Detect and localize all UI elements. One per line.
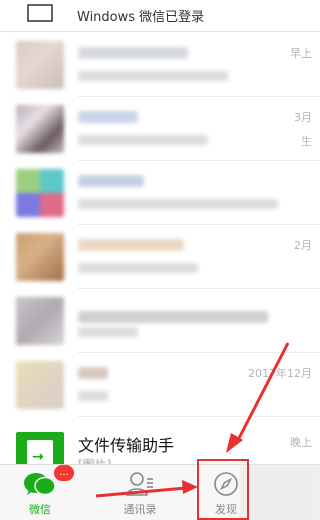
pc-monitor-icon	[27, 4, 53, 22]
chat-time: 2017年12月	[248, 367, 312, 380]
chat-name	[78, 111, 138, 123]
chat-preview	[78, 391, 108, 401]
chat-row[interactable]: 2月	[0, 225, 320, 289]
file-transfer-name: 文件传输助手	[78, 436, 175, 455]
avatar	[16, 297, 64, 345]
chat-name	[78, 239, 184, 251]
file-transfer-row[interactable]: → 文件传输助手 [图片] 晚上	[0, 424, 320, 480]
chat-name	[78, 367, 108, 379]
tab-contacts[interactable]: 通讯录	[100, 465, 180, 520]
file-transfer-time: 晚上	[290, 436, 312, 449]
chat-bubbles-icon	[24, 473, 56, 496]
tab-chats[interactable]: … 微信	[0, 465, 80, 520]
chat-name	[78, 311, 268, 323]
chat-time-extra: 生	[301, 135, 312, 148]
chat-preview	[78, 199, 278, 209]
avatar	[16, 169, 64, 217]
divider	[78, 416, 320, 417]
chat-time: 早上	[290, 47, 312, 60]
bottom-tab-bar: … 微信 通讯录 发现	[0, 464, 320, 520]
windows-login-text: Windows 微信已登录	[77, 10, 205, 25]
chat-preview	[78, 327, 138, 337]
wechat-chat-screen: Windows 微信已登录 早上 3月 生 2月 2017年12月 → 文件传输…	[0, 0, 320, 520]
contacts-icon	[126, 472, 153, 496]
tab-label: 通讯录	[123, 503, 157, 516]
chat-preview	[78, 263, 198, 273]
chat-row[interactable]	[0, 289, 320, 353]
chat-preview	[78, 71, 228, 81]
tab-me[interactable]	[240, 465, 320, 520]
chat-row[interactable]	[0, 161, 320, 225]
chat-row[interactable]: 3月 生	[0, 97, 320, 161]
chat-name	[78, 47, 188, 59]
chat-row[interactable]: 早上	[0, 33, 320, 97]
arrow-right-icon: →	[32, 449, 44, 465]
chat-time: 2月	[294, 239, 312, 252]
unread-badge: …	[54, 465, 74, 481]
chat-row[interactable]: 2017年12月	[0, 353, 320, 417]
avatar	[16, 361, 64, 409]
tab-label: 微信	[29, 503, 51, 516]
avatar	[16, 105, 64, 153]
avatar	[16, 41, 64, 89]
annotation-highlight-box	[197, 459, 249, 520]
chat-name	[78, 175, 144, 187]
chat-preview	[78, 135, 208, 145]
avatar	[16, 233, 64, 281]
chat-time: 3月	[294, 111, 312, 124]
windows-login-banner[interactable]: Windows 微信已登录	[0, 0, 320, 32]
